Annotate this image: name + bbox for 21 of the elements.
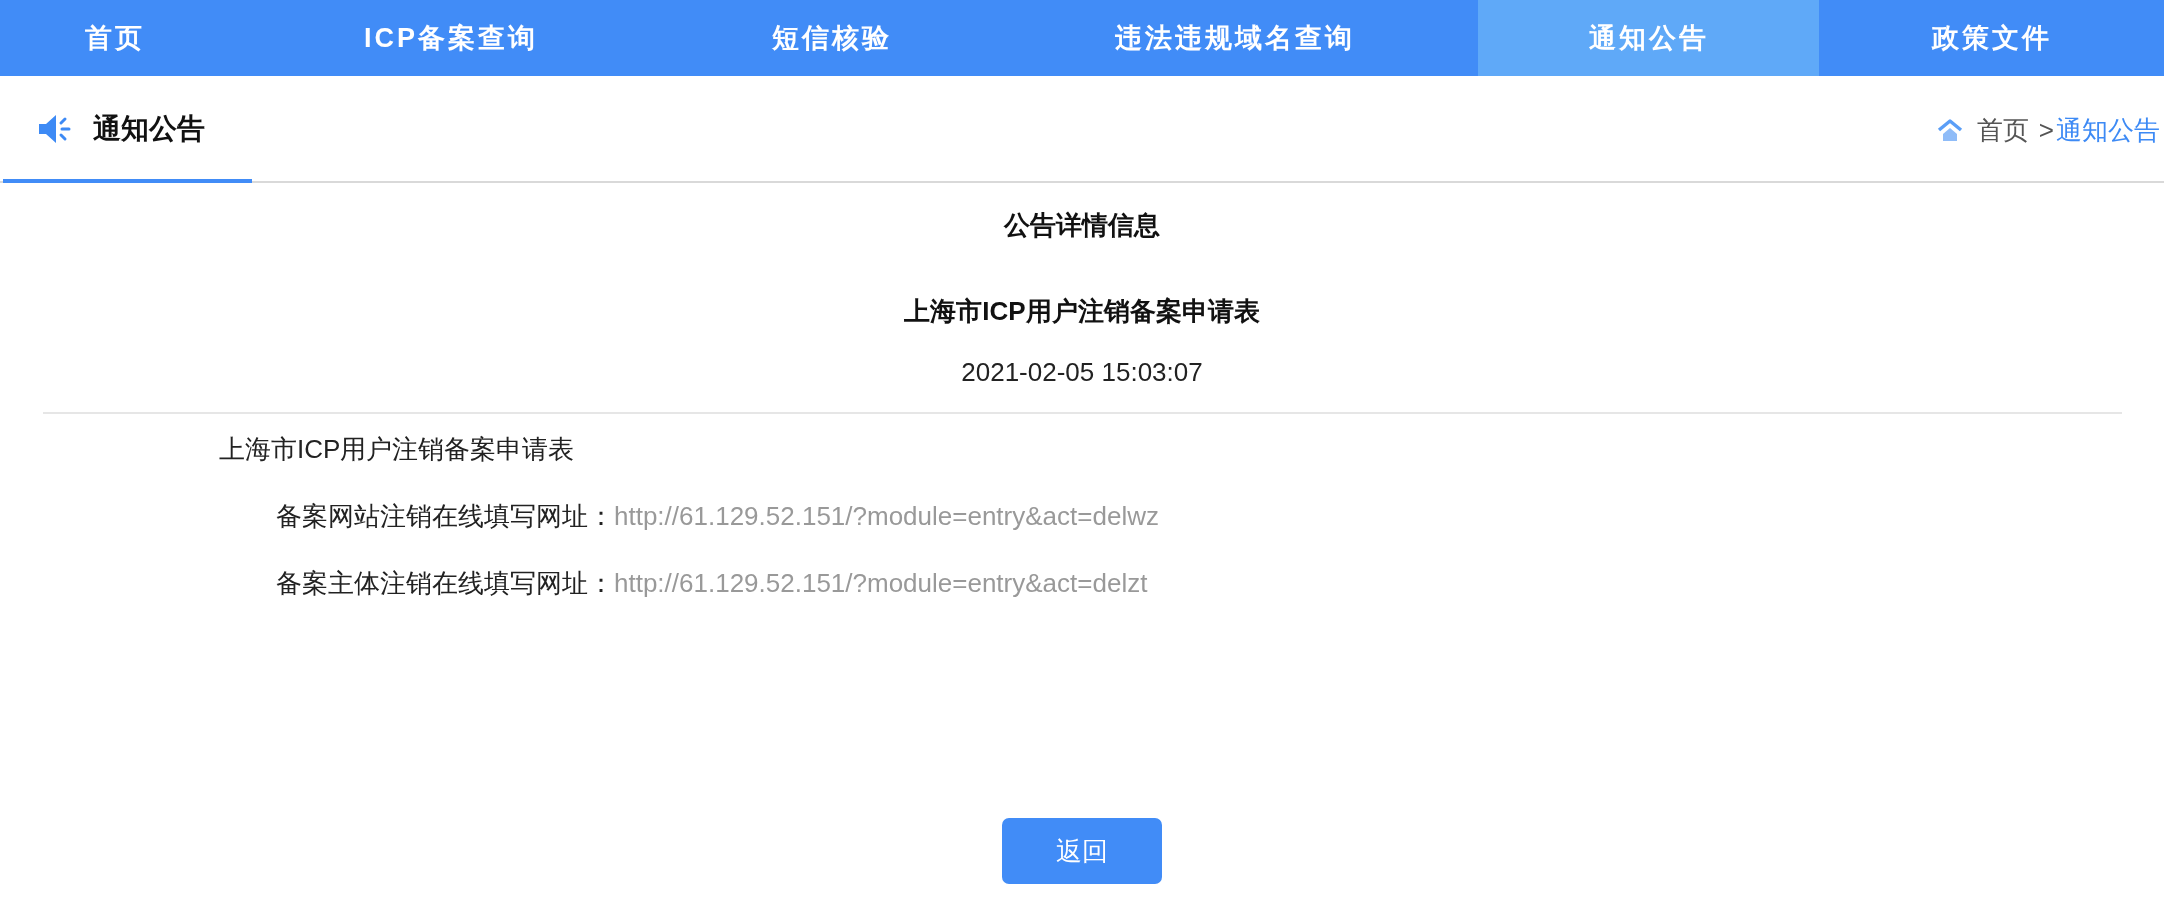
url-text: http://61.129.52.151/?module=entry&act=delzt <box>614 567 1148 600</box>
notice-title: 上海市ICP用户注销备案申请表 <box>904 295 1260 328</box>
notice-text: 上海市ICP用户注销备案申请表 <box>219 433 575 466</box>
entry-label: 备案主体注销在线填写网址： <box>276 567 614 600</box>
nav-tab[interactable]: 政策文件 <box>1819 0 2164 76</box>
breadcrumb-separator: > <box>2038 115 2054 146</box>
nav-tab[interactable]: ICP备案查询 <box>230 0 672 76</box>
breadcrumb-link[interactable]: 通知公告 <box>2056 113 2160 148</box>
entry-label: 备案网站注销在线填写网址： <box>276 500 614 533</box>
nav-tab[interactable]: 短信核验 <box>672 0 992 76</box>
notice-date: 2021-02-05 15:03:07 <box>961 356 1203 389</box>
nav-tab[interactable]: 违法违规域名查询 <box>992 0 1478 76</box>
url-text: http://61.129.52.151/?module=entry&act=delwz <box>614 500 1159 533</box>
nav-tab[interactable]: 首页 <box>0 0 230 76</box>
section-heading: 公告详情信息 <box>1004 209 1160 242</box>
breadcrumb-link[interactable]: 首页 <box>1976 113 2029 148</box>
speaker-icon <box>37 112 71 145</box>
nav-tab[interactable]: 通知公告 <box>1478 0 1819 76</box>
back-button[interactable]: 返回 <box>1002 818 1162 884</box>
section-title: 通知公告 <box>93 111 205 146</box>
home-icon <box>1936 118 1963 143</box>
